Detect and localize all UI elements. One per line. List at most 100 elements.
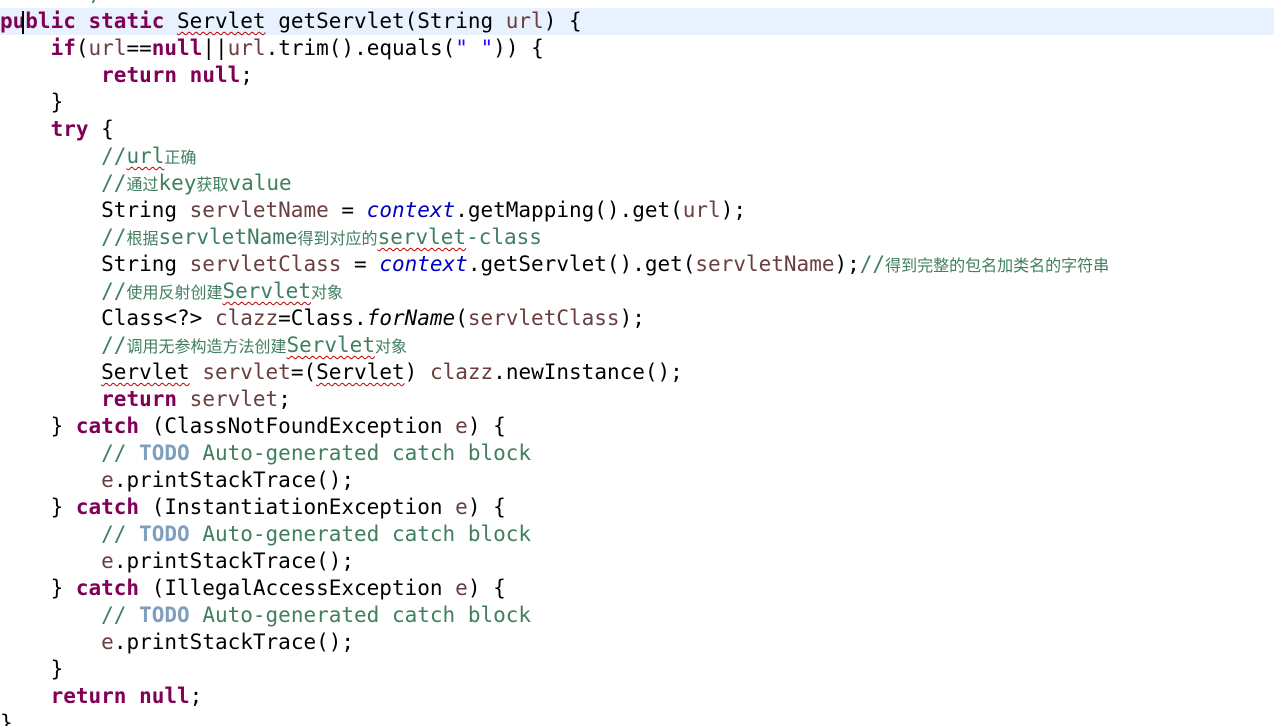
code-token: =( xyxy=(290,360,317,384)
code-token: return xyxy=(101,387,178,411)
code-line[interactable]: e.printStackTrace(); xyxy=(0,467,1274,494)
code-token: value xyxy=(228,171,292,195)
code-token: // xyxy=(101,279,127,303)
code-token: String xyxy=(0,198,190,222)
code-token: 得到完整的包名加类名的字符串 xyxy=(885,256,1110,275)
code-token: url xyxy=(682,198,721,222)
code-token: servletName xyxy=(158,225,298,249)
code-line[interactable]: String servletClass = context.getServlet… xyxy=(0,251,1274,278)
code-token: 调用无参构造方法创建 xyxy=(126,337,287,356)
code-line[interactable]: // TODO Auto-generated catch block xyxy=(0,602,1274,629)
code-token: e xyxy=(455,414,468,438)
code-token: Class<?> xyxy=(0,306,215,330)
code-line[interactable]: e.printStackTrace(); xyxy=(0,548,1274,575)
code-line[interactable]: String servletName = context.getMapping(… xyxy=(0,197,1274,224)
code-token: context xyxy=(379,252,468,276)
code-line[interactable]: //通过key获取value xyxy=(0,170,1274,197)
code-token: catch xyxy=(75,576,140,600)
code-line[interactable]: //调用无参构造方法创建Servlet对象 xyxy=(0,332,1274,359)
code-token: servlet xyxy=(202,360,291,384)
code-token: // xyxy=(101,333,127,357)
code-line[interactable]: Servlet servlet=(Servlet) clazz.newInsta… xyxy=(0,359,1274,386)
code-line-current[interactable]: public static Servlet getServlet(String … xyxy=(0,8,1274,35)
code-token: Servlet xyxy=(101,360,190,384)
code-line[interactable]: //使用反射创建Servlet对象 xyxy=(0,278,1274,305)
code-token: { xyxy=(88,117,114,141)
code-token: .printStackTrace(); xyxy=(113,630,355,654)
code-line[interactable]: Class<?> clazz=Class.forName(servletClas… xyxy=(0,305,1274,332)
code-line[interactable]: } catch (ClassNotFoundException e) { xyxy=(0,413,1274,440)
code-token: ; xyxy=(189,684,203,708)
code-line[interactable]: } xyxy=(0,89,1274,116)
code-token: } xyxy=(0,711,13,726)
code-token: ) { xyxy=(467,414,506,438)
code-token: = xyxy=(341,252,380,276)
code-token: url xyxy=(88,36,127,60)
code-editor[interactable]: */ public static Servlet getServlet(Stri… xyxy=(0,0,1274,726)
code-token: Auto-generated catch block xyxy=(189,441,532,465)
text-cursor xyxy=(22,11,24,34)
code-line[interactable]: } catch (IllegalAccessException e) { xyxy=(0,575,1274,602)
code-token: } xyxy=(0,414,76,438)
code-token: } xyxy=(0,576,76,600)
code-token: null xyxy=(139,684,190,708)
code-token: url xyxy=(227,36,266,60)
code-token: Auto-generated catch block xyxy=(189,603,532,627)
code-token: ) { xyxy=(467,495,506,519)
code-line[interactable]: // TODO Auto-generated catch block xyxy=(0,440,1274,467)
code-line[interactable]: if(url==null||url.trim().equals(" ")) { xyxy=(0,35,1274,62)
code-token: context xyxy=(366,198,456,222)
code-line[interactable]: } xyxy=(0,656,1274,683)
code-token: null xyxy=(151,36,203,60)
code-token: e xyxy=(455,495,468,519)
code-token: TODO xyxy=(139,603,190,627)
code-line[interactable]: return null; xyxy=(0,683,1274,710)
code-line[interactable]: return null; xyxy=(0,62,1274,89)
code-line[interactable]: // TODO Auto-generated catch block xyxy=(0,521,1274,548)
code-token: // xyxy=(101,144,127,168)
code-token: getServlet(String xyxy=(265,9,506,33)
code-token: Servlet xyxy=(286,333,375,357)
code-line[interactable]: return servlet; xyxy=(0,386,1274,413)
code-token: TODO xyxy=(139,441,190,465)
code-line[interactable]: } xyxy=(0,710,1274,726)
code-token: 得到对应的 xyxy=(297,229,378,248)
code-line[interactable]: e.printStackTrace(); xyxy=(0,629,1274,656)
code-token: servletClass xyxy=(467,306,620,330)
code-token: forName xyxy=(366,306,456,330)
code-line[interactable]: //url正确 xyxy=(0,143,1274,170)
code-line[interactable]: //根据servletName得到对应的servlet-class xyxy=(0,224,1274,251)
code-token: servlet xyxy=(189,387,279,411)
code-line[interactable]: } catch (InstantiationException e) { xyxy=(0,494,1274,521)
code-token: ); xyxy=(720,198,746,222)
code-token: Servlet xyxy=(316,360,405,384)
code-token: // xyxy=(101,603,140,627)
code-token: static xyxy=(88,9,165,33)
code-token: == xyxy=(126,36,152,60)
code-token: ( xyxy=(455,306,468,330)
code-line[interactable]: try { xyxy=(0,116,1274,143)
code-token: (ClassNotFoundException xyxy=(139,414,456,438)
code-token: 对象 xyxy=(310,283,343,302)
code-token: // xyxy=(101,171,127,195)
code-token: catch xyxy=(75,495,140,519)
code-token: (InstantiationException xyxy=(139,495,456,519)
code-token: e xyxy=(101,468,114,492)
code-token: 正确 xyxy=(164,148,197,167)
code-token: )) { xyxy=(493,36,544,60)
code-token: .newInstance(); xyxy=(493,360,683,384)
code-token: Servlet xyxy=(222,279,311,303)
code-token: .getMapping().get( xyxy=(455,198,683,222)
